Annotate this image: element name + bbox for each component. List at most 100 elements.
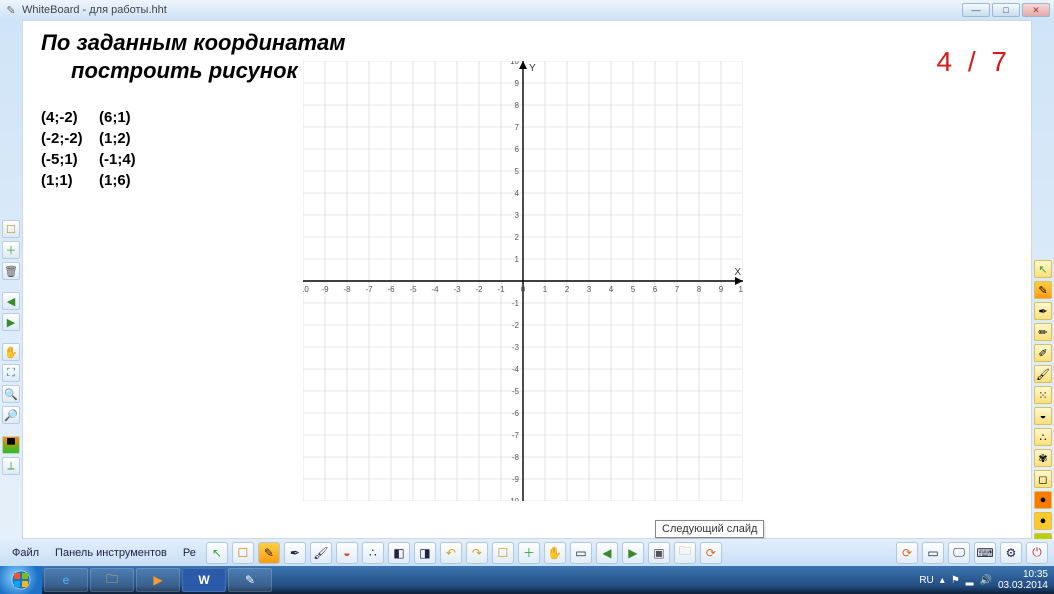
shape-icon[interactable]: ◻ [1034, 470, 1052, 488]
tray-chevron-icon[interactable]: ▴ [940, 575, 945, 586]
tooltip-next-slide: Следующий слайд [655, 520, 764, 538]
trash-icon[interactable]: 🗑 [2, 262, 20, 280]
close-button[interactable]: ✕ [1022, 3, 1050, 17]
start-button[interactable] [0, 566, 42, 594]
pen2-icon[interactable]: ✏ [1034, 323, 1052, 341]
add-page-icon[interactable]: ＋ [2, 241, 20, 259]
fit-icon[interactable]: ⛶ [2, 364, 20, 382]
svg-text:0: 0 [521, 285, 526, 294]
eraser-icon[interactable]: ◧ [388, 542, 410, 564]
pen-icon[interactable]: ✒ [1034, 302, 1052, 320]
brush-icon[interactable]: 🖌 [1034, 365, 1052, 383]
taskbar-ie-icon[interactable]: e [44, 568, 88, 592]
list-item: (1;1)(1;6) [41, 170, 136, 191]
cursor-icon[interactable]: ↖ [206, 542, 228, 564]
refresh-icon[interactable]: ⟳ [896, 542, 918, 564]
color-swatch-icon[interactable]: ▀ [2, 436, 20, 454]
window-title: WhiteBoard - для работы.hht [22, 4, 962, 16]
arrow-right-icon[interactable]: ▶ [2, 313, 20, 331]
tray-battery-icon[interactable]: ▂ [966, 575, 974, 586]
stamp-icon[interactable]: ✾ [1034, 449, 1052, 467]
svg-text:-6: -6 [387, 285, 395, 294]
fill-icon[interactable]: ◒ [1034, 407, 1052, 425]
tray-lang[interactable]: RU [919, 575, 933, 586]
screen-icon[interactable]: 🖵 [948, 542, 970, 564]
svg-text:-3: -3 [453, 285, 461, 294]
svg-text:-2: -2 [512, 321, 520, 330]
list-item: (-2;-2)(1;2) [41, 128, 136, 149]
next-slide-icon[interactable]: ▶ [622, 542, 644, 564]
svg-text:-5: -5 [512, 387, 520, 396]
menu-resources[interactable]: Ре [177, 547, 202, 559]
orange-icon[interactable]: ● [1034, 512, 1052, 530]
svg-text:9: 9 [515, 79, 520, 88]
zoom-out-icon[interactable]: 🔎 [2, 406, 20, 424]
menu-tools-panel[interactable]: Панель инструментов [49, 547, 173, 559]
color-icon[interactable]: ● [1034, 491, 1052, 509]
svg-text:-3: -3 [512, 343, 520, 352]
taskbar-player-icon[interactable]: ▶ [136, 568, 180, 592]
taskbar-explorer-icon[interactable]: 🗀 [90, 568, 134, 592]
spray-icon[interactable]: ∴ [1034, 428, 1052, 446]
svg-text:3: 3 [515, 211, 520, 220]
menu-file[interactable]: Файл [6, 547, 45, 559]
svg-text:-10: -10 [507, 497, 519, 501]
eraser2-icon[interactable]: ◨ [414, 542, 436, 564]
taskbar-whiteboard-icon[interactable]: ✎ [228, 568, 272, 592]
left-toolbar: ☐ ＋ 🗑 ◀ ▶ ✋ ⛶ 🔍 🔎 ▀ ⟂ [0, 20, 22, 475]
svg-text:Y: Y [529, 63, 536, 74]
svg-text:-1: -1 [512, 299, 520, 308]
pencil-icon[interactable]: ✐ [1034, 344, 1052, 362]
page-icon[interactable]: ▭ [570, 542, 592, 564]
tray-volume-icon[interactable]: 🔊 [979, 575, 991, 586]
fill-icon[interactable]: ◒ [336, 542, 358, 564]
new-page-icon[interactable]: ☐ [492, 542, 514, 564]
svg-text:-9: -9 [321, 285, 329, 294]
marker-icon[interactable]: ⁙ [1034, 386, 1052, 404]
arrow-left-icon[interactable]: ◀ [2, 292, 20, 310]
spray-icon[interactable]: ∴ [362, 542, 384, 564]
select-icon[interactable]: ☐ [232, 542, 254, 564]
separator [0, 283, 22, 289]
svg-text:8: 8 [515, 101, 520, 110]
highlighter-icon[interactable]: ✎ [1034, 281, 1052, 299]
insert-icon[interactable]: ＋ [518, 542, 540, 564]
hand-icon[interactable]: ✋ [2, 343, 20, 361]
prev-slide-icon[interactable]: ◀ [596, 542, 618, 564]
keyboard-icon[interactable]: ⌨ [974, 542, 996, 564]
pen-icon[interactable]: ✒ [284, 542, 306, 564]
brush-icon[interactable]: 🖌 [310, 542, 332, 564]
svg-text:1: 1 [543, 285, 548, 294]
zoom-in-icon[interactable]: 🔍 [2, 385, 20, 403]
svg-text:-9: -9 [512, 475, 520, 484]
tray-clock[interactable]: 10:35 03.03.2014 [998, 569, 1048, 591]
tray-flag-icon[interactable]: ⚑ [951, 575, 960, 586]
reload-icon[interactable]: ⟳ [700, 542, 722, 564]
camera-icon[interactable]: ▣ [648, 542, 670, 564]
undo-icon[interactable]: ↶ [440, 542, 462, 564]
minimize-button[interactable]: — [962, 3, 990, 17]
list-item: (-5;1)(-1;4) [41, 149, 136, 170]
svg-text:-7: -7 [512, 431, 520, 440]
folder-icon[interactable]: 🗀 [674, 542, 696, 564]
highlighter-icon[interactable]: ✎ [258, 542, 280, 564]
svg-text:10: 10 [739, 285, 743, 294]
tray-time: 10:35 [998, 569, 1048, 580]
svg-text:1: 1 [515, 255, 520, 264]
cursor-icon[interactable]: ↖ [1034, 260, 1052, 278]
svg-text:4: 4 [515, 189, 520, 198]
svg-text:3: 3 [587, 285, 592, 294]
gear-icon[interactable]: ⚙ [1000, 542, 1022, 564]
eyedropper-icon[interactable]: ⟂ [2, 457, 20, 475]
redo-icon[interactable]: ↷ [466, 542, 488, 564]
slide-canvas: По заданным координатам построить рисуно… [22, 20, 1032, 539]
maximize-button[interactable]: □ [992, 3, 1020, 17]
coordinate-list: (4;-2)(6;1) (-2;-2)(1;2) (-5;1)(-1;4) (1… [41, 107, 136, 191]
window-icon[interactable]: ▭ [922, 542, 944, 564]
taskbar-word-icon[interactable]: W [182, 568, 226, 592]
exit-icon[interactable]: ⏻ [1026, 542, 1048, 564]
edit-icon[interactable]: ☐ [2, 220, 20, 238]
svg-text:9: 9 [719, 285, 724, 294]
hand-icon[interactable]: ✋ [544, 542, 566, 564]
page-counter: 4 / 7 [937, 46, 1012, 78]
